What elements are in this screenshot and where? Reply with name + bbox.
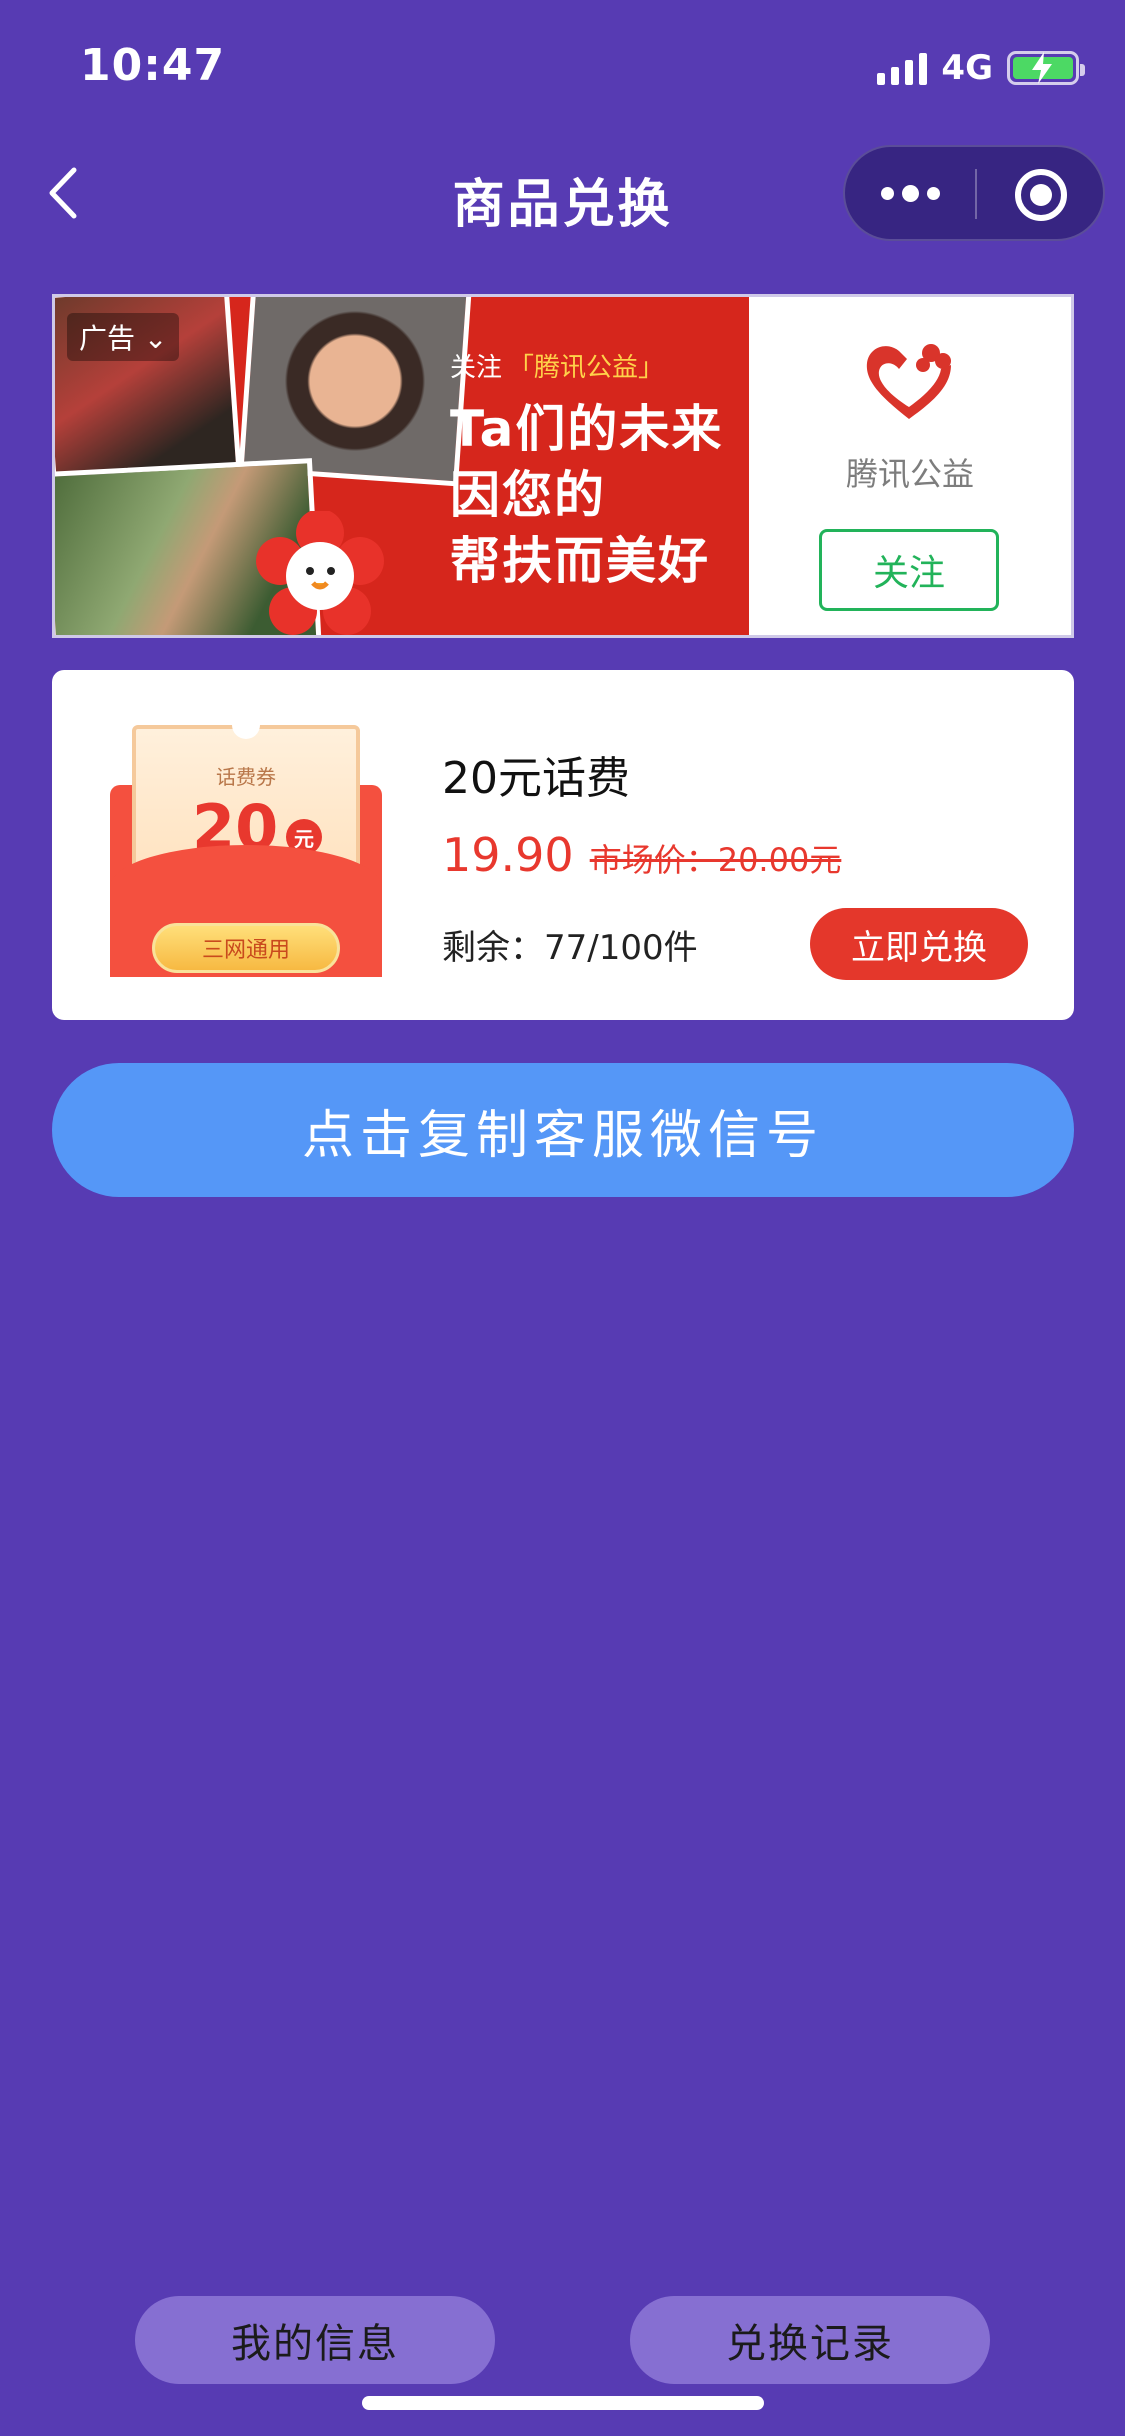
- more-dots-icon[interactable]: [845, 147, 975, 239]
- status-time: 10:47: [80, 40, 226, 91]
- ad-follow-brand: 「腾讯公益」: [508, 353, 665, 383]
- my-info-button[interactable]: 我的信息: [135, 2296, 495, 2384]
- redeem-button[interactable]: 立即兑换: [810, 908, 1028, 980]
- stock-remaining: 剩余：77/100件: [442, 928, 698, 968]
- ad-image[interactable]: 广告 ⌄ 关注 「腾讯公益」 Ta们的未来 因您的 帮扶而美好: [55, 297, 749, 635]
- screen: 10:47 4G 商品兑换 广告 ⌄ 关注 「腾讯公益」 Ta们的未来 因您的 …: [0, 0, 1125, 2436]
- ad-badge[interactable]: 广告 ⌄: [67, 313, 180, 361]
- flower-mascot-icon: [256, 511, 384, 635]
- ad-headline-1: Ta们的未来: [450, 400, 724, 458]
- status-indicators: 4G: [877, 48, 1085, 88]
- mini-program-capsule: [843, 145, 1105, 241]
- ad-advertiser-panel: 腾讯公益 关注: [749, 297, 1071, 635]
- network-type: 4G: [941, 48, 993, 88]
- market-price: 市场价：20.00元: [589, 841, 842, 879]
- home-indicator[interactable]: [362, 2396, 764, 2410]
- heart-charity-logo-icon: [866, 344, 951, 419]
- copy-wechat-button[interactable]: 点击复制客服微信号: [52, 1063, 1074, 1197]
- ad-headline-3: 帮扶而美好: [450, 532, 710, 590]
- product-name: 20元话费: [442, 753, 630, 804]
- ad-caption: 关注 「腾讯公益」 Ta们的未来 因您的 帮扶而美好: [450, 347, 723, 594]
- follow-button[interactable]: 关注: [819, 529, 999, 611]
- ad-photo: [238, 297, 472, 487]
- coupon-image: 话费券 20 元 三网通用: [110, 725, 382, 977]
- target-close-icon[interactable]: [1015, 169, 1067, 221]
- coupon-label: 话费券: [216, 765, 276, 789]
- price-row: 19.90 市场价：20.00元: [442, 828, 841, 882]
- ad-follow-prefix: 关注: [450, 353, 503, 383]
- ad-headline-2: 因您的: [450, 466, 606, 524]
- advertiser-name: 腾讯公益: [845, 455, 974, 493]
- product-price: 19.90: [442, 828, 574, 882]
- ad-follow-line: 关注 「腾讯公益」: [450, 347, 723, 384]
- battery-icon: [1007, 51, 1085, 85]
- capsule-divider: [975, 169, 977, 219]
- product-card[interactable]: 话费券 20 元 三网通用 20元话费 19.90 市场价：20.00元 剩余：…: [52, 670, 1074, 1020]
- signal-icon: [877, 51, 928, 85]
- coupon-tag: 三网通用: [152, 923, 340, 973]
- redeem-records-button[interactable]: 兑换记录: [630, 2296, 990, 2384]
- ad-banner[interactable]: 广告 ⌄ 关注 「腾讯公益」 Ta们的未来 因您的 帮扶而美好 腾讯公益 关注: [52, 294, 1074, 638]
